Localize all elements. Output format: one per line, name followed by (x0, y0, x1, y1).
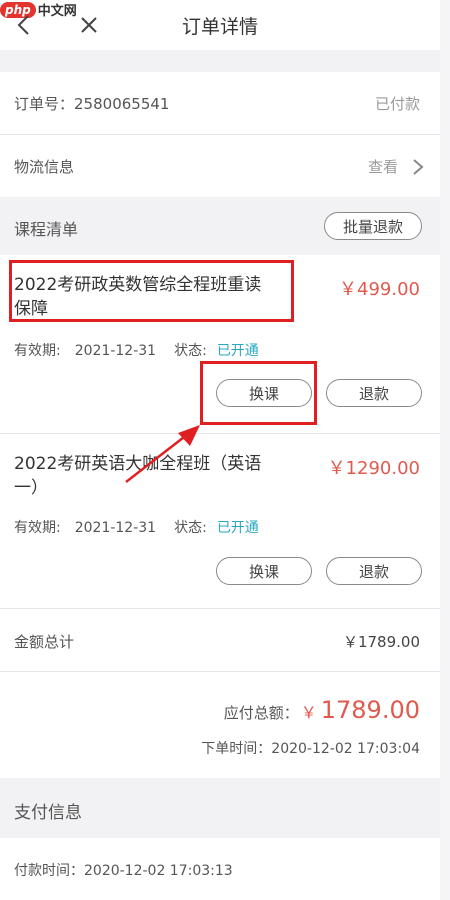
course-validity: 有效期: 2021-12-31 状态: 已开通 (14, 520, 259, 536)
status-badge: 已开通 (216, 520, 259, 536)
pay-time-row: 付款时间：2020-12-02 17:03:13 (0, 838, 440, 900)
payable-section: 应付总额： ￥ 1789.00 下单时间：2020-12-02 17:03:04 (0, 672, 440, 778)
order-number-label: 订单号： (14, 95, 75, 113)
payment-header: 支付信息 (0, 778, 440, 838)
chevron-right-icon (413, 159, 424, 175)
highlight-box-course-title (9, 260, 294, 322)
order-time: 下单时间：2020-12-02 17:03:04 (201, 741, 420, 757)
batch-refund-button[interactable]: 批量退款 (324, 212, 422, 240)
course-list-title: 课程清单 (14, 220, 79, 239)
course-item: 2022考研英语大咖全程班（英语 一） ￥1290.00 有效期: 2021-12… (0, 434, 440, 608)
payable-amount: 1789.00 (320, 696, 420, 724)
order-number-row: 订单号：2580065541 已付款 (0, 72, 440, 134)
spacer (0, 50, 440, 72)
order-number-value: 2580065541 (74, 95, 170, 113)
logistics-label: 物流信息 (14, 158, 75, 176)
nav-bar: php 中文网 订单详情 (0, 0, 440, 50)
logistics-row[interactable]: 物流信息 查看 (0, 135, 440, 197)
course-price: ￥499.00 (339, 279, 420, 300)
logistics-view-link[interactable]: 查看 (368, 156, 398, 177)
course-list-header: 课程清单 批量退款 (0, 197, 440, 255)
status-badge: 已开通 (216, 343, 259, 359)
exchange-course-button[interactable]: 换课 (216, 557, 312, 585)
payment-title: 支付信息 (14, 803, 82, 823)
subtotal-label: 金额总计 (14, 633, 75, 651)
refund-button[interactable]: 退款 (326, 379, 422, 407)
subtotal-value: ￥1789.00 (342, 633, 420, 651)
page-title: 订单详情 (181, 16, 258, 38)
pay-time: 付款时间：2020-12-02 17:03:13 (14, 863, 233, 879)
subtotal-row: 金额总计 ￥1789.00 (0, 609, 440, 671)
order-status: 已付款 (374, 95, 420, 113)
refund-button[interactable]: 退款 (326, 557, 422, 585)
annotation-arrow-icon (125, 425, 200, 483)
course-validity: 有效期: 2021-12-31 状态: 已开通 (14, 343, 259, 359)
course-price: ￥1290.00 (327, 458, 420, 479)
payable-total: 应付总额： ￥ 1789.00 (223, 696, 420, 724)
right-edge (440, 0, 450, 900)
highlight-box-exchange-button (200, 361, 317, 425)
